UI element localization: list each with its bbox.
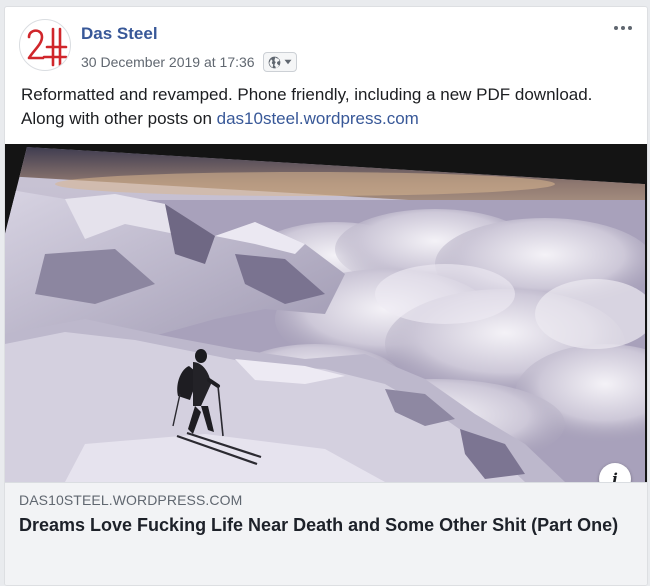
more-options-icon[interactable] <box>611 21 635 35</box>
link-preview-image[interactable] <box>5 144 647 482</box>
post-text: Reformatted and revamped. Phone friendly… <box>21 83 633 131</box>
globe-icon <box>268 56 280 68</box>
post-link[interactable]: das10steel.wordpress.com <box>217 109 419 128</box>
avatar[interactable] <box>19 19 71 71</box>
more-dot <box>621 26 625 30</box>
post-meta: 30 December 2019 at 17:36 <box>81 50 297 74</box>
post-timestamp[interactable]: 30 December 2019 at 17:36 <box>81 54 255 70</box>
audience-selector[interactable] <box>262 52 297 72</box>
link-preview-box[interactable]: DAS10STEEL.WORDPRESS.COM Dreams Love Fuc… <box>5 482 647 585</box>
skier-photo <box>5 144 647 482</box>
author-name[interactable]: Das Steel <box>81 24 158 44</box>
link-domain: DAS10STEEL.WORDPRESS.COM <box>19 492 243 508</box>
more-dot <box>628 26 632 30</box>
more-dot <box>614 26 618 30</box>
das-steel-logo-icon <box>27 27 68 67</box>
post-header: Das Steel 30 December 2019 at 17:36 <box>5 7 647 82</box>
link-title[interactable]: Dreams Love Fucking Life Near Death and … <box>19 513 619 537</box>
post-card: Das Steel 30 December 2019 at 17:36 Refo… <box>4 6 648 586</box>
chevron-down-icon <box>284 59 292 65</box>
